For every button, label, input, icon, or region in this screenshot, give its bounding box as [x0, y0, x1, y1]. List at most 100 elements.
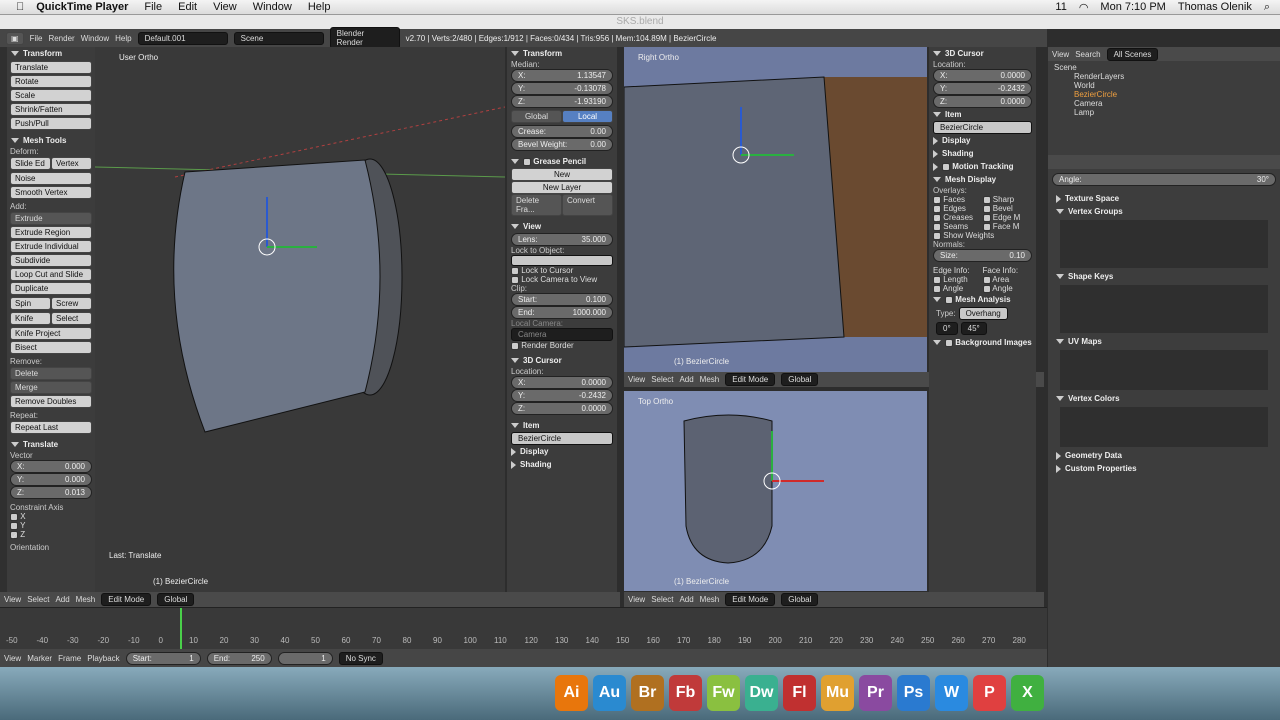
- apple-icon[interactable]: : [16, 1, 24, 13]
- angle-checkbox[interactable]: [933, 284, 941, 293]
- op-x-field[interactable]: X: 0.000: [10, 460, 92, 473]
- cursor-y-field[interactable]: Y: -0.2432: [511, 389, 613, 402]
- dock-app-mu[interactable]: Mu: [821, 675, 854, 711]
- layout-field[interactable]: Default.001: [137, 31, 228, 45]
- lens-field[interactable]: Lens: 35.000: [511, 233, 613, 246]
- vp3-mesh-menu[interactable]: Mesh: [700, 595, 720, 604]
- np2-x-field[interactable]: X: 0.0000: [933, 69, 1032, 82]
- dock-app-fl[interactable]: Fl: [783, 675, 816, 711]
- transform-header[interactable]: Transform: [23, 49, 62, 58]
- op-y-field[interactable]: Y: 0.000: [10, 473, 92, 486]
- viewport-user-ortho[interactable]: User Ortho Last: Translate (1) BezierCir…: [95, 47, 505, 592]
- faces-checkbox[interactable]: ✓: [933, 195, 941, 206]
- start-frame-field[interactable]: Start: 1: [125, 651, 201, 665]
- info-menu-render[interactable]: Render: [48, 34, 74, 43]
- vertex-groups-list[interactable]: [1060, 220, 1268, 268]
- dock-app-br[interactable]: Br: [631, 675, 664, 711]
- camera-field[interactable]: Camera: [511, 328, 613, 341]
- wifi-icon[interactable]: ◠: [1079, 1, 1089, 14]
- lock-camera-checkbox[interactable]: [511, 275, 519, 284]
- shape-keys-header[interactable]: Shape Keys: [1068, 272, 1113, 281]
- lock-object-field[interactable]: [511, 255, 613, 266]
- lock-cursor-checkbox[interactable]: [511, 266, 519, 275]
- dock-app-w[interactable]: W: [935, 675, 968, 711]
- np2-cursor-header[interactable]: 3D Cursor: [945, 49, 984, 58]
- engine-select[interactable]: Blender Render: [329, 27, 400, 49]
- dock-app-fb[interactable]: Fb: [669, 675, 702, 711]
- editor-type-icon[interactable]: ▣: [6, 31, 24, 45]
- vp2-mode-select[interactable]: Edit Mode: [725, 373, 776, 386]
- deg0-field[interactable]: 0°: [936, 322, 958, 335]
- info-menu-window[interactable]: Window: [81, 34, 109, 43]
- menu-edit[interactable]: Edit: [178, 1, 197, 13]
- autosmooth-angle-field[interactable]: Angle: 30°: [1052, 173, 1276, 186]
- rotate-button[interactable]: Rotate: [10, 75, 92, 88]
- vp1-view-menu[interactable]: View: [4, 595, 21, 604]
- uv-maps-header[interactable]: UV Maps: [1068, 337, 1102, 346]
- screw-button[interactable]: Screw: [51, 297, 92, 310]
- scene-field[interactable]: Scene: [233, 31, 324, 45]
- vp1-add-menu[interactable]: Add: [55, 595, 69, 604]
- clip-end-field[interactable]: End: 1000.000: [511, 306, 613, 319]
- vp1-mesh-menu[interactable]: Mesh: [76, 595, 96, 604]
- dock-app-p[interactable]: P: [973, 675, 1006, 711]
- info-menu-file[interactable]: File: [30, 34, 43, 43]
- dock-app-pr[interactable]: Pr: [859, 675, 892, 711]
- dock-app-au[interactable]: Au: [593, 675, 626, 711]
- knife-button[interactable]: Knife: [10, 312, 51, 325]
- shrink-button[interactable]: Shrink/Fatten: [10, 103, 92, 116]
- extrude-menu[interactable]: Extrude: [10, 212, 92, 225]
- area-checkbox[interactable]: [982, 275, 991, 284]
- vp1-select-menu[interactable]: Select: [27, 595, 49, 604]
- item-header[interactable]: Item: [523, 421, 539, 430]
- dock-app-ps[interactable]: Ps: [897, 675, 930, 711]
- spin-button[interactable]: Spin: [10, 297, 51, 310]
- knife-project-button[interactable]: Knife Project: [10, 327, 92, 340]
- menu-window[interactable]: Window: [253, 1, 292, 13]
- extrude-individual-button[interactable]: Extrude Individual: [10, 240, 92, 253]
- cursor-z-field[interactable]: Z: 0.0000: [511, 402, 613, 415]
- np2-mesh-display-header[interactable]: Mesh Display: [945, 175, 996, 184]
- app-menu[interactable]: QuickTime Player: [36, 1, 128, 13]
- render-border-checkbox[interactable]: [511, 341, 519, 350]
- loopcut-button[interactable]: Loop Cut and Slide: [10, 268, 92, 281]
- display-header[interactable]: Display: [520, 447, 548, 456]
- sharp-checkbox[interactable]: [982, 195, 991, 204]
- facem-checkbox[interactable]: [982, 222, 991, 231]
- mesh-view[interactable]: [95, 47, 505, 592]
- mesh-analysis-header[interactable]: Mesh Analysis: [955, 295, 1010, 304]
- item-name-field[interactable]: BezierCircle: [511, 432, 613, 445]
- dock-app-ai[interactable]: Ai: [555, 675, 588, 711]
- gp-new-layer-button[interactable]: New Layer: [511, 181, 613, 194]
- np2-item-name[interactable]: BezierCircle: [933, 121, 1032, 134]
- delete-frame-button[interactable]: Delete Fra...: [511, 194, 562, 216]
- weights-checkbox[interactable]: [933, 231, 941, 240]
- overhang-select[interactable]: Overhang: [958, 307, 1008, 320]
- outliner-search-menu[interactable]: Search: [1075, 50, 1100, 59]
- remove-doubles-button[interactable]: Remove Doubles: [10, 395, 92, 408]
- menu-file[interactable]: File: [144, 1, 162, 13]
- uv-maps-list[interactable]: [1060, 350, 1268, 390]
- menu-view[interactable]: View: [213, 1, 237, 13]
- dock-app-x[interactable]: X: [1011, 675, 1044, 711]
- translate-button[interactable]: Translate: [10, 61, 92, 74]
- search-icon[interactable]: ⌕: [1264, 1, 1270, 14]
- vp2-mesh-menu[interactable]: Mesh: [700, 375, 720, 384]
- edges-checkbox[interactable]: ✓: [933, 204, 941, 215]
- current-frame-marker[interactable]: [180, 608, 182, 650]
- sync-select[interactable]: No Sync: [338, 651, 383, 665]
- mesh-tools-header[interactable]: Mesh Tools: [23, 136, 66, 145]
- np2-y-field[interactable]: Y: -0.2432: [933, 82, 1032, 95]
- np2-motion-header[interactable]: Motion Tracking: [952, 162, 1013, 171]
- vp3-view-menu[interactable]: View: [628, 595, 645, 604]
- edgem-checkbox[interactable]: [982, 213, 991, 222]
- length-checkbox[interactable]: [933, 275, 941, 284]
- timeline[interactable]: -50 -40 -30 -20 -10 0 10 20 30 40 50 60 70 80 90 100 110…: [0, 607, 1047, 650]
- vp2-view-menu[interactable]: View: [628, 375, 645, 384]
- vp2-add-menu[interactable]: Add: [679, 375, 693, 384]
- properties-tabs[interactable]: [1048, 155, 1280, 169]
- delete-menu[interactable]: Delete: [10, 367, 92, 380]
- constraint-x-checkbox[interactable]: [10, 512, 18, 521]
- vp2-select-menu[interactable]: Select: [651, 375, 673, 384]
- outliner-item-scene[interactable]: Scene: [1054, 63, 1274, 72]
